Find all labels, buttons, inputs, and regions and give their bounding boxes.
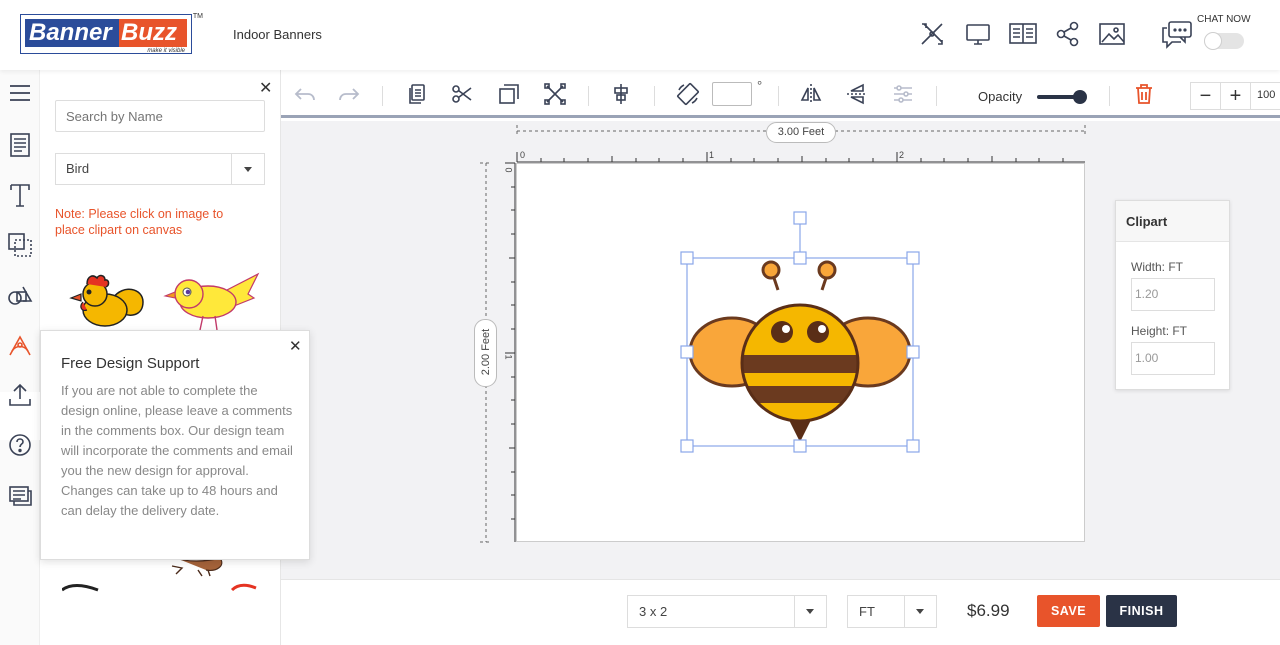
- zoom-control: − + 100: [1190, 82, 1280, 110]
- chat-now-label: CHAT NOW: [1197, 14, 1251, 25]
- ruler-x-0: 0: [520, 150, 526, 160]
- bannerbuzz-logo[interactable]: Banner Buzz make it visible TM: [20, 13, 203, 54]
- clipart-properties-panel: Clipart Width: FT 1.20 Height: FT 1.00: [1115, 200, 1230, 390]
- chevron-down-icon: [806, 609, 814, 614]
- duplicate-icon[interactable]: [497, 82, 521, 106]
- rotation-input[interactable]: [712, 82, 752, 106]
- background-icon[interactable]: [6, 231, 34, 259]
- comments-icon[interactable]: [6, 481, 34, 509]
- product-name: Indoor Banners: [233, 27, 322, 42]
- height-dimension-label: 2.00 Feet: [474, 319, 497, 387]
- category-value: Bird: [66, 161, 90, 176]
- share-icon[interactable]: [1054, 20, 1082, 48]
- logo-trademark: TM: [192, 13, 203, 20]
- zoom-out-button[interactable]: −: [1191, 83, 1221, 109]
- zoom-value: 100: [1257, 89, 1276, 101]
- popup-title: Free Design Support: [61, 355, 200, 372]
- delete-icon[interactable]: [1132, 82, 1156, 106]
- header: Banner Buzz make it visible TM Indoor Ba…: [0, 0, 1280, 70]
- bee-clipart[interactable]: [680, 210, 925, 455]
- logo-tagline: make it visible: [147, 48, 185, 54]
- rotate-icon[interactable]: [676, 82, 700, 106]
- logo-buzz-text: Buzz: [119, 19, 187, 47]
- degree-symbol: °: [757, 78, 763, 93]
- price: $6.99: [967, 601, 1010, 620]
- height-field[interactable]: 1.00: [1131, 342, 1215, 375]
- category-select[interactable]: Bird: [55, 153, 265, 185]
- ruler-x-1: 1: [709, 150, 715, 160]
- logo-banner-text: Banner: [25, 19, 119, 47]
- unit-select[interactable]: FT: [847, 595, 937, 628]
- save-button[interactable]: SAVE: [1037, 595, 1100, 627]
- ruler-x-2: 2: [899, 150, 905, 160]
- redo-icon[interactable]: [337, 82, 361, 106]
- red-bird-clipart-thumb[interactable]: [230, 582, 260, 592]
- search-input[interactable]: [55, 100, 265, 132]
- shapes-icon[interactable]: [6, 281, 34, 309]
- chevron-down-icon: [244, 167, 252, 172]
- dark-bird-clipart-thumb[interactable]: [62, 582, 102, 592]
- opacity-slider-handle[interactable]: [1073, 90, 1087, 104]
- finish-button[interactable]: FINISH: [1106, 595, 1177, 627]
- chat-icon[interactable]: [1160, 20, 1194, 49]
- clipart-icon[interactable]: [6, 331, 34, 359]
- clipart-properties-title: Clipart: [1116, 201, 1229, 242]
- ruler-y-0: 0: [503, 167, 514, 173]
- rooster-clipart-thumb[interactable]: [63, 272, 148, 332]
- opacity-slider[interactable]: [1037, 90, 1087, 104]
- flip-horizontal-icon[interactable]: [799, 82, 823, 106]
- align-icon[interactable]: [609, 82, 633, 106]
- width-field[interactable]: 1.20: [1131, 278, 1215, 311]
- edit-tools-icon[interactable]: [918, 20, 946, 48]
- copy-icon[interactable]: [405, 82, 429, 106]
- toggle-knob: [1204, 32, 1222, 50]
- zoom-in-button[interactable]: +: [1221, 83, 1251, 109]
- design-support-popup: Free Design Support ✕ If you are not abl…: [40, 330, 310, 560]
- panel-close-icon[interactable]: ✕: [259, 78, 272, 98]
- text-icon[interactable]: [6, 181, 34, 209]
- popup-body: If you are not able to complete the desi…: [61, 383, 293, 518]
- size-select[interactable]: 3 x 2: [627, 595, 827, 628]
- yellow-bird-clipart-thumb[interactable]: [163, 272, 263, 332]
- height-dimension-text: 2.00 Feet: [480, 328, 492, 376]
- chevron-down-icon: [916, 609, 924, 614]
- help-icon[interactable]: [6, 431, 34, 459]
- adjust-icon[interactable]: [891, 82, 915, 106]
- design-toolbar: ° Opacity − + 100: [281, 70, 1280, 118]
- undo-icon[interactable]: [293, 82, 317, 106]
- placement-note: Note: Please click on image to place cli…: [55, 207, 224, 237]
- book-view-icon[interactable]: [1008, 20, 1037, 48]
- image-icon[interactable]: [1098, 20, 1126, 48]
- flip-vertical-icon[interactable]: [845, 82, 869, 106]
- menu-icon[interactable]: [6, 79, 34, 107]
- upload-icon[interactable]: [6, 381, 34, 409]
- monitor-preview-icon[interactable]: [964, 20, 992, 48]
- popup-close-icon[interactable]: ✕: [289, 337, 302, 355]
- height-label: Height: FT: [1131, 324, 1188, 338]
- cut-icon[interactable]: [450, 82, 474, 106]
- chat-toggle[interactable]: [1204, 32, 1244, 50]
- width-dimension-label: 3.00 Feet: [766, 122, 836, 143]
- unit-value: FT: [859, 604, 875, 619]
- template-icon[interactable]: [6, 131, 34, 159]
- opacity-label: Opacity: [978, 89, 1023, 104]
- ruler-y-1: 1: [503, 354, 514, 360]
- left-rail: [0, 70, 40, 645]
- size-value: 3 x 2: [639, 604, 668, 619]
- crop-icon[interactable]: [543, 82, 567, 106]
- width-label: Width: FT: [1131, 260, 1184, 274]
